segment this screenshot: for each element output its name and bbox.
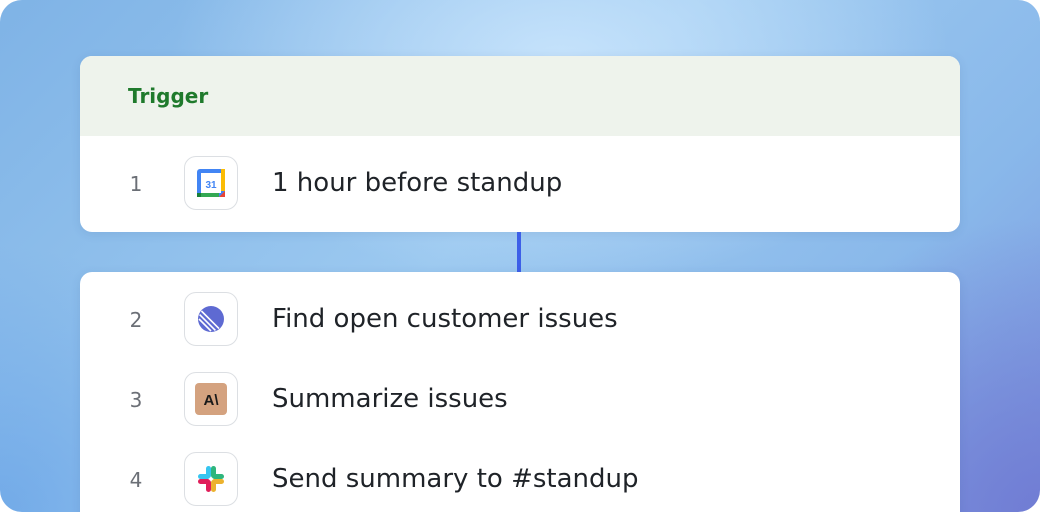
step-icon-box: 31 [184, 156, 238, 210]
slack-icon [198, 466, 224, 492]
trigger-label: Trigger [128, 84, 209, 108]
step-label: Find open customer issues [272, 304, 618, 334]
workflow-step-1[interactable]: 1 31 1 hour before standup [80, 156, 960, 212]
step-number: 2 [129, 308, 143, 332]
google-calendar-icon: 31 [197, 169, 225, 197]
step-connector [517, 232, 521, 272]
trigger-card: Trigger 1 31 1 hour before standup [80, 56, 960, 232]
step-icon-box [184, 292, 238, 346]
step-number: 1 [129, 172, 143, 196]
step-icon-box [184, 452, 238, 506]
workflow-step-2[interactable]: 2 Find open customer issues [80, 292, 960, 348]
step-label: 1 hour before standup [272, 168, 563, 198]
calendar-day-text: 31 [205, 180, 217, 191]
workflow-step-4[interactable]: 4 Send summary to #standup [80, 452, 960, 508]
anthropic-logo-text: A\ [204, 392, 220, 409]
linear-icon [198, 306, 224, 332]
workflow-background: Trigger 1 31 1 hour before standup 2 Fin… [0, 0, 1040, 512]
trigger-header: Trigger [80, 56, 960, 136]
step-number: 4 [129, 468, 143, 492]
step-label: Summarize issues [272, 384, 508, 414]
step-icon-box: A\ [184, 372, 238, 426]
steps-card: 2 Find open customer issues 3 A\ Summari… [80, 272, 960, 512]
step-number: 3 [129, 388, 143, 412]
step-label: Send summary to #standup [272, 464, 639, 494]
workflow-step-3[interactable]: 3 A\ Summarize issues [80, 372, 960, 428]
anthropic-icon: A\ [195, 383, 227, 415]
